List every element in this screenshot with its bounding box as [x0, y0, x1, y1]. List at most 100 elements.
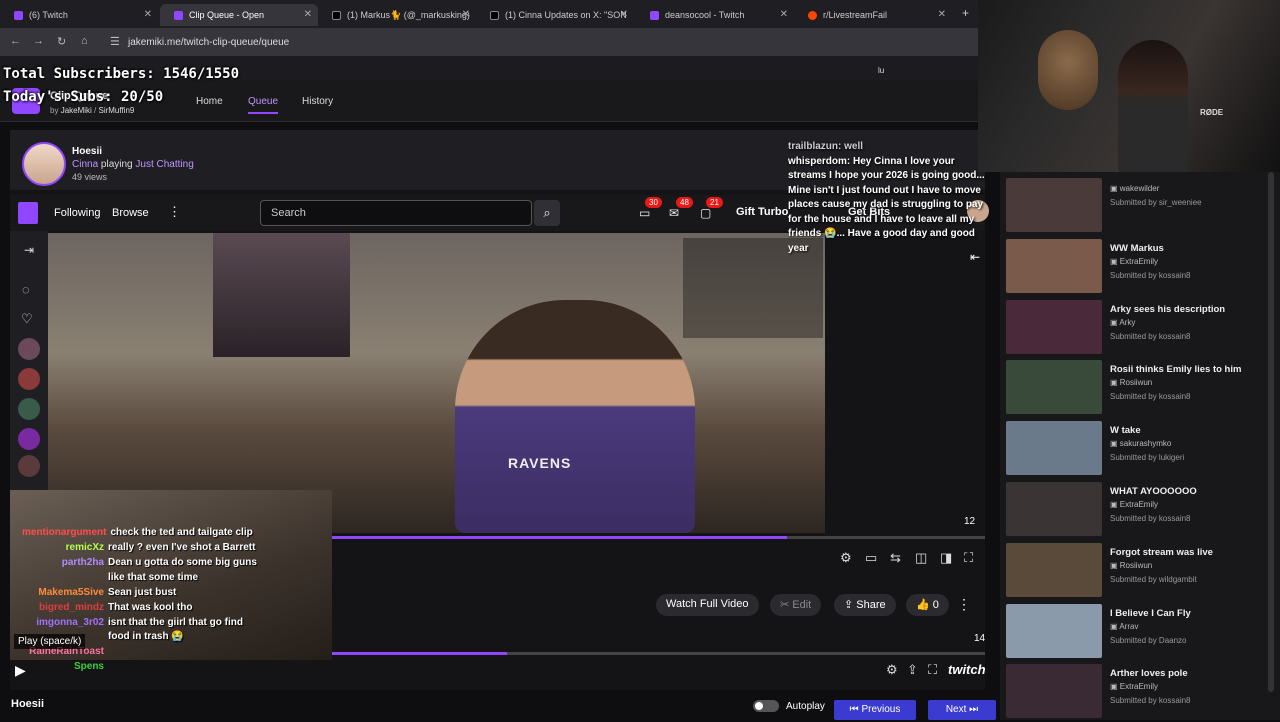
chat-username[interactable]: bigred_mindz: [22, 602, 104, 613]
nav-queue[interactable]: Queue: [248, 96, 279, 114]
site-info-icon[interactable]: ☰: [110, 35, 120, 48]
search-input[interactable]: Search: [260, 200, 532, 226]
settings-icon[interactable]: ⚙: [886, 662, 898, 678]
close-icon[interactable]: ✕: [304, 9, 312, 20]
layout-icon[interactable]: ◨: [940, 550, 952, 566]
pip-icon[interactable]: ◫: [915, 550, 927, 566]
watch-full-video-button[interactable]: Watch Full Video: [656, 594, 759, 616]
close-icon[interactable]: ✕: [620, 9, 628, 20]
sidebar-channel[interactable]: [18, 455, 40, 477]
sidebar-channel[interactable]: [18, 428, 40, 450]
tab-markus[interactable]: (1) Markus🐈 (@_markusking) ✕: [318, 4, 476, 26]
avatar[interactable]: [22, 142, 66, 186]
user-menu[interactable]: lu: [878, 66, 884, 75]
queue-thumbnail[interactable]: [1006, 238, 1102, 293]
fullscreen-icon[interactable]: ⛶: [964, 550, 973, 566]
browse-link[interactable]: Browse: [112, 207, 149, 219]
twitch-logo-icon[interactable]: [18, 202, 38, 224]
previous-button[interactable]: ⏮ Previous: [834, 700, 916, 720]
notifications-icon[interactable]: ▭: [639, 206, 650, 220]
channel-icon: ▣: [1110, 317, 1120, 327]
tab-livestreamfail[interactable]: r/LivestreamFail ✕: [794, 4, 952, 26]
queue-scrollbar[interactable]: [1268, 172, 1274, 692]
queue-thumbnail[interactable]: [1006, 178, 1102, 232]
back-icon[interactable]: ←: [10, 35, 21, 47]
play-tooltip: Play (space/k): [14, 634, 86, 649]
total-subs-counter: Total Subscribers: 1546/1550: [3, 66, 240, 82]
sidebar-channel[interactable]: [18, 338, 40, 360]
stories-icon[interactable]: ◌: [22, 282, 30, 297]
queue-item[interactable]: WHAT AYOOOOOO ▣ ExtraEmily Submitted by ko…: [1006, 482, 1276, 540]
new-tab-button[interactable]: +: [962, 6, 969, 20]
tab-deansocool[interactable]: deansocool - Twitch ✕: [636, 4, 794, 26]
chat-username[interactable]: Makema5Sive: [22, 587, 104, 598]
clip-channel-name[interactable]: Hoesii: [72, 146, 102, 157]
following-link[interactable]: Following: [54, 207, 100, 219]
queue-thumbnail[interactable]: [1006, 421, 1102, 476]
next-button[interactable]: Next ⏭: [928, 700, 996, 720]
like-button[interactable]: 👍 0: [906, 594, 949, 616]
queue-item[interactable]: Arther loves pole ▣ ExtraEmily Submitted b…: [1006, 664, 1276, 722]
collapse-chat-icon[interactable]: ⇤: [970, 250, 980, 264]
sidebar-channel[interactable]: [18, 398, 40, 420]
theatre-icon[interactable]: ▭: [865, 550, 877, 566]
close-icon[interactable]: ✕: [780, 9, 788, 20]
forward-icon[interactable]: →: [33, 35, 44, 47]
queue-thumbnail[interactable]: [1006, 482, 1102, 536]
author-sirmuffin[interactable]: SirMuffin9: [98, 106, 134, 115]
reload-icon[interactable]: ↻: [57, 35, 66, 48]
queue-thumbnail[interactable]: [1006, 542, 1102, 597]
queue-item-title: Forgot stream was live: [1110, 546, 1213, 558]
chat-username[interactable]: parth2ha: [22, 557, 104, 568]
autoplay-toggle[interactable]: [753, 700, 779, 712]
queue-item-title: Rosii thinks Emily lies to him: [1110, 364, 1242, 376]
chat-message: That was kool tho: [108, 602, 193, 613]
sidebar-channel[interactable]: [18, 368, 40, 390]
chat-username[interactable]: Spens: [22, 661, 104, 672]
queue-thumbnail[interactable]: [1006, 603, 1102, 658]
chat-username[interactable]: remicXz: [22, 542, 104, 553]
home-icon[interactable]: ⌂: [81, 35, 88, 47]
gift-turbo-button[interactable]: Gift Turbo: [736, 206, 788, 218]
settings-icon[interactable]: ⚙: [840, 550, 852, 566]
fullscreen-icon[interactable]: ⛶: [928, 662, 937, 678]
category-link[interactable]: Just Chatting: [135, 159, 193, 170]
queue-item[interactable]: I Believe I Can Fly ▣ Arrav Submitted by D…: [1006, 603, 1276, 662]
play-icon[interactable]: ▶: [15, 662, 26, 679]
clip-icon[interactable]: ⇆: [890, 550, 901, 566]
search-icon[interactable]: ⌕: [534, 200, 560, 226]
edit-button[interactable]: ✂ Edit: [770, 594, 822, 616]
url-field[interactable]: jakemiki.me/twitch-clip-queue/queue: [128, 37, 289, 48]
queue-thumbnail[interactable]: [1006, 664, 1102, 719]
share-icon[interactable]: ⇪: [907, 662, 918, 678]
queue-item[interactable]: WW Markus ▣ ExtraEmily Submitted by kossai…: [1006, 238, 1276, 297]
queue-item[interactable]: Arky sees his description ▣ Arky Submitted…: [1006, 299, 1276, 358]
chat-username[interactable]: imgonna_3r02: [22, 617, 104, 628]
twitch-wordmark[interactable]: twitch: [948, 662, 986, 677]
share-button[interactable]: ⇪ Share: [834, 594, 896, 616]
queue-thumbnail[interactable]: [1006, 299, 1102, 354]
heart-icon[interactable]: ♡: [21, 311, 33, 327]
tab-cinna-updates[interactable]: (1) Cinna Updates on X: "SON ✕: [476, 4, 634, 26]
queue-thumbnail[interactable]: [1006, 360, 1102, 415]
author-jakemiki[interactable]: JakeMiki: [61, 106, 92, 115]
close-icon[interactable]: ✕: [938, 9, 946, 20]
collapse-sidebar-icon[interactable]: ⇥: [24, 243, 34, 257]
queue-item[interactable]: Forgot stream was live ▣ Rosiiwun Submitte…: [1006, 542, 1276, 601]
tab-clip-queue[interactable]: Clip Queue - Open ✕: [160, 4, 318, 26]
queue-item[interactable]: Rosii thinks Emily lies to him ▣ Rosiiwun…: [1006, 360, 1276, 418]
streamer-link[interactable]: Cinna: [72, 159, 98, 170]
inbox-icon[interactable]: ✉: [669, 206, 679, 220]
queue-item[interactable]: ▣ wakewilder Submitted by sir_weeniee: [1006, 178, 1276, 236]
nav-history[interactable]: History: [302, 96, 333, 107]
player-progress-fill: [332, 652, 507, 655]
queue-item[interactable]: W take ▣ sakurashymko Submitted by lukiger…: [1006, 421, 1276, 479]
close-icon[interactable]: ✕: [462, 9, 470, 20]
more-icon[interactable]: ⋮: [168, 204, 181, 220]
tab-twitch[interactable]: (6) Twitch ✕: [0, 4, 158, 26]
more-options-icon[interactable]: ⋮: [957, 596, 971, 613]
whispers-icon[interactable]: ▢: [700, 206, 711, 220]
chat-username[interactable]: mentionargument: [22, 527, 106, 538]
close-icon[interactable]: ✕: [144, 9, 152, 20]
nav-home[interactable]: Home: [196, 96, 223, 107]
